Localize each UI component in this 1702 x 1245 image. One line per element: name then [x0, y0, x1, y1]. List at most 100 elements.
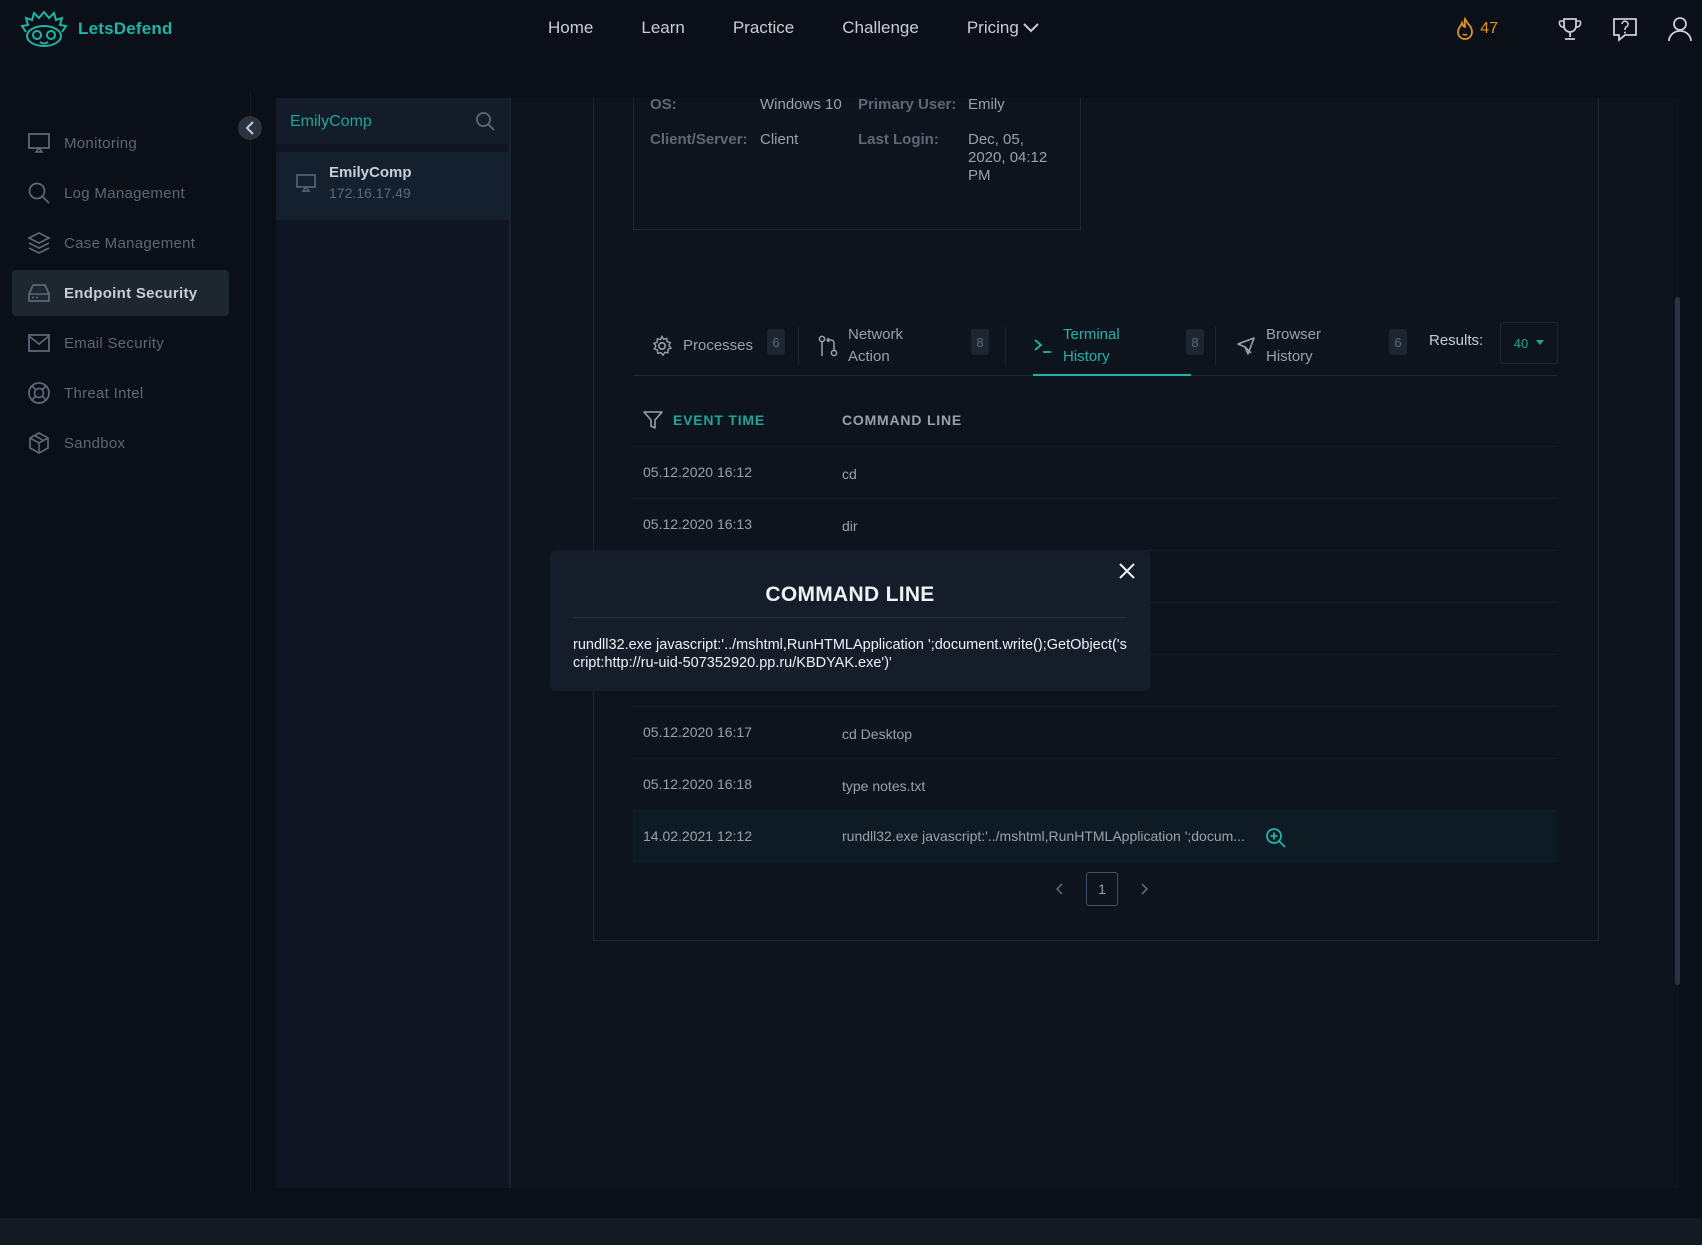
search-icon: [26, 181, 52, 205]
help-icon[interactable]: [1612, 16, 1638, 42]
tab-label-line-1: Browser: [1266, 326, 1322, 343]
sidebar-item-monitoring[interactable]: Monitoring: [12, 120, 229, 166]
modal-command-text: rundll32.exe javascript:'../mshtml,RunHT…: [573, 637, 1127, 671]
tab-label-line-1: Network: [848, 326, 904, 343]
scrollbar-thumb[interactable]: [1675, 297, 1680, 985]
tab-label-line-2: History: [1266, 348, 1313, 365]
next-page-button[interactable]: [1134, 883, 1154, 895]
endpoint-name: EmilyComp: [329, 164, 412, 181]
endpoint-list-panel: EmilyComp 172.16.17.49: [276, 98, 511, 1188]
mail-icon: [26, 333, 52, 353]
streak-counter[interactable]: 47: [1450, 17, 1498, 41]
tab-browser-history[interactable]: Browser History 6: [1236, 317, 1416, 375]
user-icon[interactable]: [1668, 16, 1692, 42]
client-server-label: Client/Server:: [650, 131, 748, 148]
column-header-command-line: COMMAND LINE: [842, 412, 963, 428]
tab-divider: [1005, 327, 1006, 365]
monitor-icon: [296, 174, 316, 192]
tab-terminal-history[interactable]: Terminal History 8: [1033, 317, 1208, 376]
active-tab-indicator: [1033, 374, 1191, 376]
command-line: cd Desktop: [842, 726, 913, 742]
results-per-page-select[interactable]: 40: [1500, 322, 1558, 364]
sidebar-item-label: Sandbox: [64, 434, 126, 452]
results-value: 40: [1513, 335, 1529, 351]
endpoint-search: [276, 98, 509, 144]
sidebar-item-label: Case Management: [64, 234, 196, 252]
nav-pricing[interactable]: Pricing: [967, 18, 1039, 38]
details-tabs: Processes 6 Network Action 8 Terminal Hi…: [633, 317, 1557, 376]
endpoint-search-input[interactable]: [288, 107, 472, 137]
logo[interactable]: LetsDefend: [20, 10, 173, 48]
os-label: OS:: [650, 96, 677, 113]
sidebar-collapse-button[interactable]: [238, 116, 262, 140]
sidebar-item-label: Email Security: [64, 334, 165, 352]
column-header-event-time[interactable]: EVENT TIME: [673, 412, 765, 428]
table-row[interactable]: 14.02.2021 12:12 rundll32.exe javascript…: [633, 810, 1557, 863]
sidebar-item-case-management[interactable]: Case Management: [12, 220, 229, 266]
nav-challenge[interactable]: Challenge: [842, 18, 919, 38]
chevron-down-icon: [1536, 340, 1545, 346]
table-row[interactable]: 05.12.2020 16:17 cd Desktop: [633, 706, 1557, 759]
nav-home[interactable]: Home: [548, 18, 593, 38]
event-time: 05.12.2020 16:17: [643, 724, 752, 740]
sidebar-item-endpoint-security[interactable]: Endpoint Security: [12, 270, 229, 316]
tab-count: 6: [767, 329, 785, 355]
sidebar-item-label: Threat Intel: [64, 384, 144, 402]
lifebuoy-icon: [26, 381, 52, 405]
flame-icon: [1454, 17, 1476, 41]
layers-icon: [26, 231, 52, 255]
trophy-icon[interactable]: [1558, 16, 1582, 42]
filter-icon[interactable]: [643, 410, 663, 430]
command-line-modal: COMMAND LINE rundll32.exe javascript:'..…: [550, 550, 1150, 691]
search-icon[interactable]: [475, 111, 495, 131]
main-nav: Home Learn Practice Challenge Pricing: [548, 18, 1087, 38]
sidebar-item-log-management[interactable]: Log Management: [12, 170, 229, 216]
zoom-in-icon[interactable]: [1265, 827, 1287, 849]
footer-bar: [0, 1218, 1702, 1245]
modal-title: COMMAND LINE: [765, 583, 935, 606]
tab-count: 6: [1389, 329, 1407, 355]
primary-user-value: Emily: [968, 96, 1005, 113]
previous-page-button[interactable]: [1050, 883, 1070, 895]
os-value: Windows 10: [760, 96, 842, 113]
tab-count: 8: [971, 329, 989, 355]
table-row[interactable]: 05.12.2020 16:18 type notes.txt: [633, 758, 1557, 811]
logo-icon: [20, 10, 68, 48]
last-login-line-1: Dec, 05,: [968, 131, 1024, 148]
event-time: 05.12.2020 16:13: [643, 516, 752, 532]
nav-pricing-label: Pricing: [966, 18, 1019, 37]
gear-icon: [651, 335, 673, 357]
last-login-line-2: 2020, 04:12: [968, 149, 1048, 166]
close-icon[interactable]: [1118, 562, 1136, 580]
package-icon: [26, 431, 52, 455]
hard-drive-icon: [26, 282, 52, 304]
sidebar-item-sandbox[interactable]: Sandbox: [12, 420, 229, 466]
endpoint-item[interactable]: EmilyComp 172.16.17.49: [276, 152, 509, 220]
table-row[interactable]: 05.12.2020 16:12 cd: [633, 446, 1557, 499]
table-row[interactable]: 05.12.2020 16:13 dir: [633, 498, 1557, 551]
terminal-icon: [1033, 337, 1053, 355]
nav-learn[interactable]: Learn: [641, 18, 684, 38]
tab-label-line-2: History: [1063, 348, 1110, 365]
event-time: 14.02.2021 12:12: [643, 828, 752, 844]
tab-count: 8: [1186, 329, 1204, 355]
command-line: type notes.txt: [842, 778, 926, 794]
chevron-down-icon: [1023, 23, 1039, 33]
git-pull-icon: [818, 335, 838, 357]
tab-network-action[interactable]: Network Action 8: [818, 317, 998, 375]
sidebar-item-email-security[interactable]: Email Security: [12, 320, 229, 366]
tab-processes[interactable]: Processes 6: [651, 317, 791, 375]
nav-practice[interactable]: Practice: [733, 18, 794, 38]
pointer-icon: [1236, 336, 1256, 356]
sidebar-item-threat-intel[interactable]: Threat Intel: [12, 370, 229, 416]
command-line: rundll32.exe javascript:'../mshtml,RunHT…: [842, 828, 1245, 844]
monitor-icon: [26, 132, 52, 154]
modal-divider: [573, 617, 1127, 618]
logo-text: LetsDefend: [78, 19, 173, 38]
chevron-left-icon: [245, 121, 255, 135]
results-label: Results:: [1429, 332, 1484, 349]
sidebar-item-label: Log Management: [64, 184, 185, 202]
tab-divider: [1215, 327, 1216, 365]
primary-user-label: Primary User:: [858, 96, 957, 113]
page-button[interactable]: 1: [1086, 872, 1118, 906]
